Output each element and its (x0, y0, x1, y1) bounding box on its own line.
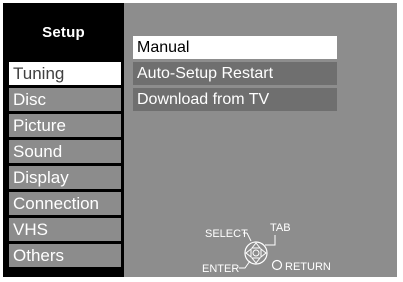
menu-title: Setup (42, 24, 85, 41)
category-item-display[interactable]: Display (9, 166, 121, 189)
category-item-picture[interactable]: Picture (9, 114, 121, 137)
category-item-tuning[interactable]: Tuning (9, 62, 121, 85)
dpad-icon (244, 241, 268, 265)
submenu-item-download-from-tv[interactable]: Download from TV (133, 88, 337, 111)
submenu-item-manual[interactable]: Manual (133, 36, 337, 59)
category-item-connection[interactable]: Connection (9, 192, 121, 215)
legend-select-label: SELECT (205, 228, 248, 240)
remote-control-legend: SELECT TAB ENTER RETURN (202, 222, 331, 275)
legend-tab-label: TAB (270, 222, 291, 234)
submenu-list: Manual Auto-Setup Restart Download from … (133, 36, 337, 114)
category-item-sound[interactable]: Sound (9, 140, 121, 163)
osd-screen: Setup Tuning Disc Picture Sound Display … (0, 0, 403, 282)
legend-enter-label: ENTER (202, 263, 239, 275)
enter-leader-line (239, 260, 251, 269)
return-button-icon (271, 259, 283, 271)
category-menu: Tuning Disc Picture Sound Display Connec… (9, 62, 121, 270)
category-item-vhs[interactable]: VHS (9, 218, 121, 241)
submenu-item-auto-setup-restart[interactable]: Auto-Setup Restart (133, 62, 337, 85)
legend-return-label: RETURN (285, 261, 331, 273)
category-item-disc[interactable]: Disc (9, 88, 121, 111)
tab-leader-line (265, 235, 276, 246)
category-item-others[interactable]: Others (9, 244, 121, 267)
